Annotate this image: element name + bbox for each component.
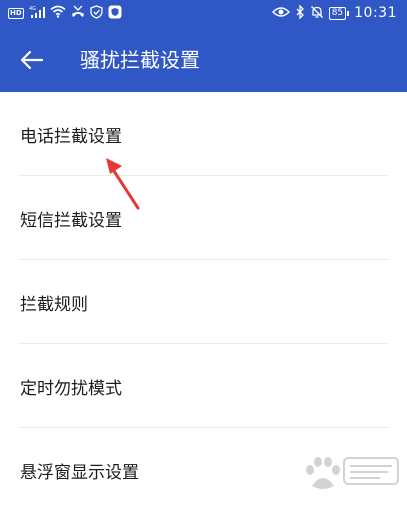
menu-item-label: 电话拦截设置 <box>20 126 122 147</box>
wifi-icon <box>50 5 66 21</box>
network-type-label: 4G <box>29 6 36 12</box>
baidu-jingyan-watermark-icon <box>300 450 404 496</box>
status-time: 10:31 <box>354 5 397 21</box>
eye-icon <box>271 6 290 21</box>
silent-bell-icon <box>310 5 324 22</box>
security-app-icon <box>108 5 122 22</box>
status-bar: HD 4G 85 10:31 <box>0 0 407 26</box>
menu-item-label: 定时勿扰模式 <box>20 378 122 399</box>
missed-call-icon <box>71 5 85 22</box>
app-header: HD 4G 85 10:31 骚扰拦截设置 <box>0 0 407 92</box>
signal-4g-icon: 4G <box>29 5 45 22</box>
hd-icon: HD <box>8 7 24 19</box>
battery-icon: 85 <box>328 6 350 20</box>
menu-item-scheduled-do-not-disturb[interactable]: 定时勿扰模式 <box>0 344 407 428</box>
menu-item-sms-block-settings[interactable]: 短信拦截设置 <box>0 176 407 260</box>
menu-item-label: 悬浮窗显示设置 <box>20 462 139 483</box>
shield-icon <box>90 4 103 22</box>
battery-tip <box>347 10 350 16</box>
battery-level: 85 <box>328 6 347 20</box>
back-button[interactable] <box>18 46 46 74</box>
menu-item-label: 拦截规则 <box>20 294 88 315</box>
menu-item-label: 短信拦截设置 <box>20 210 122 231</box>
settings-menu-list: 电话拦截设置 短信拦截设置 拦截规则 定时勿扰模式 悬浮窗显示设置 <box>0 92 407 512</box>
menu-item-call-block-settings[interactable]: 电话拦截设置 <box>0 92 407 176</box>
menu-item-block-rules[interactable]: 拦截规则 <box>0 260 407 344</box>
bluetooth-icon <box>295 3 305 22</box>
page-title: 骚扰拦截设置 <box>80 48 200 72</box>
arrow-left-icon <box>20 50 44 70</box>
status-right-icons: 85 10:31 <box>271 3 397 22</box>
status-left-icons: HD 4G <box>8 4 122 22</box>
